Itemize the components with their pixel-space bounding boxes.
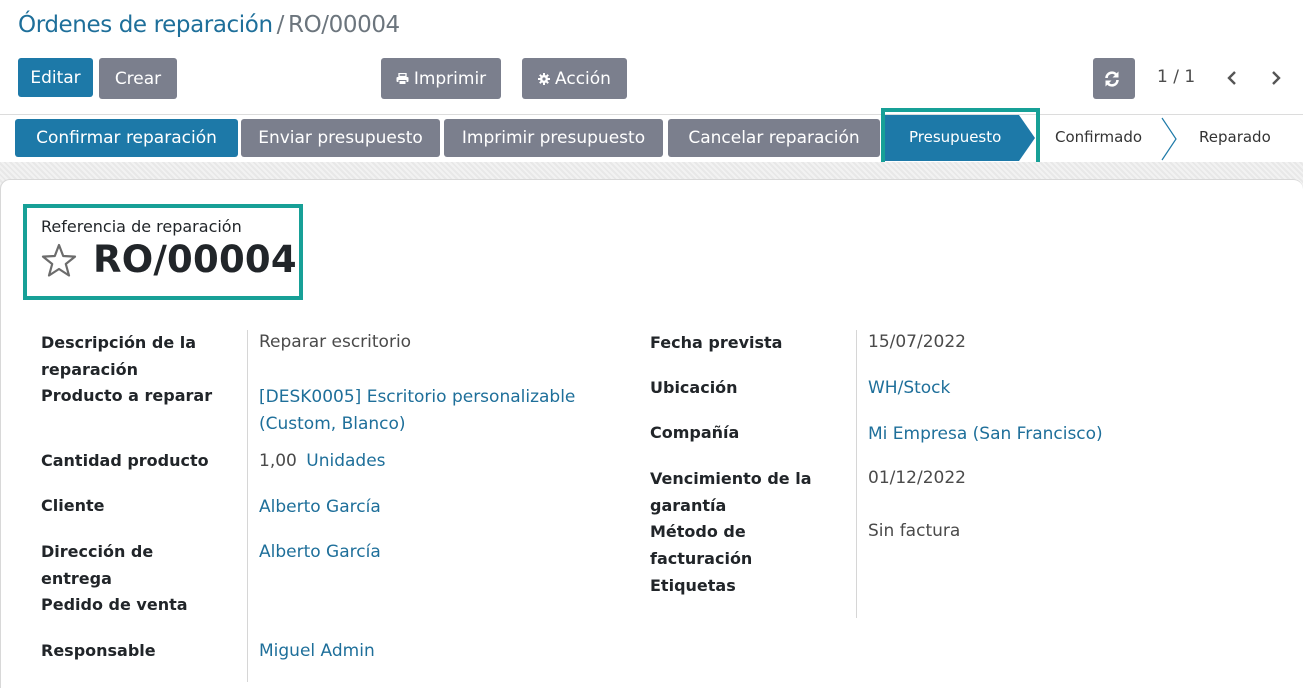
quantity-value: 1,00 Unidades [259,448,386,475]
confirm-repair-button[interactable]: Confirmar reparación [15,119,238,157]
location-label: Ubicación [650,378,738,397]
stage-highlight-box [881,108,1040,169]
print-quotation-label: Imprimir presupuesto [461,128,646,148]
scheduled-date-label: Fecha prevista [650,333,783,352]
sale-order-label: Pedido de venta [41,595,188,614]
left-group-divider [247,330,248,682]
refresh-icon [1104,70,1119,87]
chevron-left-icon [1227,71,1236,85]
breadcrumb: Órdenes de reparación / RO/00004 [18,12,400,38]
reload-button[interactable] [1093,58,1135,99]
print-button-label: Imprimir [413,68,487,89]
gear-icon [538,72,551,85]
responsible-label: Responsable [41,641,156,660]
scheduled-date-value[interactable]: 15/07/2022 [868,329,966,356]
stage-reparado[interactable]: Reparado [1199,128,1271,146]
send-quotation-label: Enviar presupuesto [258,128,423,148]
product-link-line1[interactable]: [DESK0005] Escritorio personalizable [259,384,575,411]
stage-confirmado[interactable]: Confirmado [1055,128,1142,146]
confirm-repair-label: Confirmar reparación [36,128,217,148]
edit-button[interactable]: Editar [18,58,93,97]
quantity-label: Cantidad producto [41,451,209,470]
company-link[interactable]: Mi Empresa (San Francisco) [868,421,1103,448]
quantity-number[interactable]: 1,00 [259,451,297,471]
breadcrumb-parent-link[interactable]: Órdenes de reparación [18,12,273,38]
action-button[interactable]: Acción [522,58,627,99]
customer-link[interactable]: Alberto García [259,494,381,521]
cancel-repair-button[interactable]: Cancelar reparación [668,119,880,157]
breadcrumb-current: RO/00004 [287,12,400,38]
star-icon[interactable] [41,243,77,279]
company-label: Compañía [650,423,740,442]
breadcrumb-separator: / [276,12,285,38]
product-link-line2[interactable]: (Custom, Blanco) [259,411,406,438]
description-label: Descripción de la reparación [41,333,197,379]
title-label: Referencia de reparación [41,217,242,236]
send-quotation-button[interactable]: Enviar presupuesto [241,119,440,157]
right-group-divider [856,330,857,618]
control-panel-divider [0,114,1303,115]
create-button-label: Crear [114,68,162,89]
stage-separator-chevron [1161,117,1177,161]
pager-previous-button[interactable] [1221,66,1243,90]
invoice-method-label: Método de facturación [650,522,753,568]
responsible-link[interactable]: Miguel Admin [259,638,375,665]
print-button[interactable]: Imprimir [381,58,501,99]
delivery-address-link[interactable]: Alberto García [259,539,381,566]
create-button[interactable]: Crear [99,58,177,99]
pager-next-button[interactable] [1265,66,1287,90]
customer-label: Cliente [41,496,105,515]
invoice-method-value[interactable]: Sin factura [868,518,960,545]
warranty-value[interactable]: 01/12/2022 [868,465,966,492]
quantity-uom-link[interactable]: Unidades [306,451,385,471]
title-value: RO/00004 [93,238,297,281]
product-label: Producto a reparar [41,386,213,405]
location-link[interactable]: WH/Stock [868,375,950,402]
delivery-address-label: Dirección de entrega [41,542,154,588]
tags-label: Etiquetas [650,576,736,595]
pager-value[interactable]: 1 / 1 [1157,67,1195,87]
action-button-label: Acción [555,68,611,89]
chevron-right-icon [1272,71,1281,85]
edit-button-label: Editar [30,67,81,88]
description-value[interactable]: Reparar escritorio [259,329,411,356]
warranty-label: Vencimiento de la garantía [650,469,812,515]
cancel-repair-label: Cancelar reparación [688,128,860,148]
print-quotation-button[interactable]: Imprimir presupuesto [444,119,663,157]
print-icon [396,72,409,85]
